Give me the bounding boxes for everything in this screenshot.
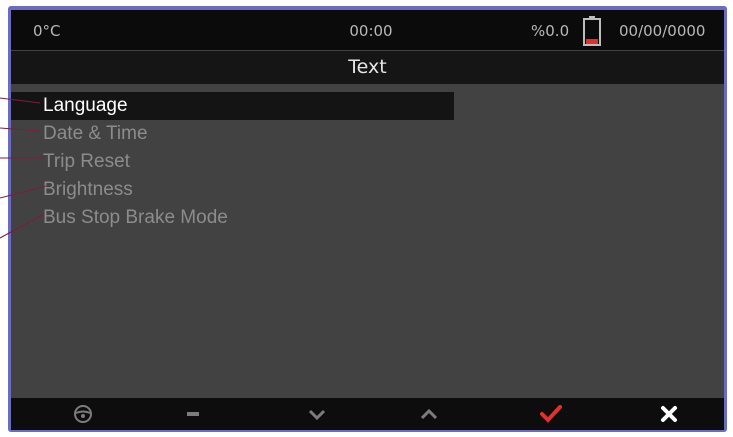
scroll-down-button[interactable] <box>287 398 347 430</box>
steering-wheel-button[interactable] <box>53 398 113 430</box>
cancel-button[interactable] <box>639 398 699 430</box>
close-icon <box>661 406 677 422</box>
menu-item-language[interactable]: Language <box>11 92 454 120</box>
date-readout: 00/00/0000 <box>619 22 706 40</box>
minus-icon <box>187 412 199 416</box>
confirm-button[interactable] <box>521 398 581 430</box>
scroll-up-button[interactable] <box>399 398 459 430</box>
battery-low-icon <box>583 16 601 46</box>
temperature-readout: 0°C <box>33 22 61 40</box>
page-title: Text <box>11 51 724 84</box>
menu-item-trip-reset[interactable]: Trip Reset <box>11 148 454 176</box>
chevron-down-icon <box>308 409 326 421</box>
checkmark-icon <box>540 405 562 423</box>
minus-button[interactable] <box>163 398 223 430</box>
settings-menu: Language Date & Time Trip Reset Brightne… <box>11 92 724 232</box>
chevron-up-icon <box>420 408 438 420</box>
menu-item-brightness[interactable]: Brightness <box>11 176 454 204</box>
steering-wheel-icon <box>74 405 92 423</box>
menu-item-bus-stop-brake-mode[interactable]: Bus Stop Brake Mode <box>11 204 454 232</box>
status-bar: 0°C 00:00 %0.0 00/00/0000 <box>11 10 724 50</box>
battery-percent: %0.0 <box>531 22 570 40</box>
display-screen: 0°C 00:00 %0.0 00/00/0000 Text Language … <box>11 10 724 430</box>
clock-readout: 00:00 <box>349 22 393 40</box>
softkey-bar <box>11 398 724 430</box>
menu-item-date-time[interactable]: Date & Time <box>11 120 454 148</box>
